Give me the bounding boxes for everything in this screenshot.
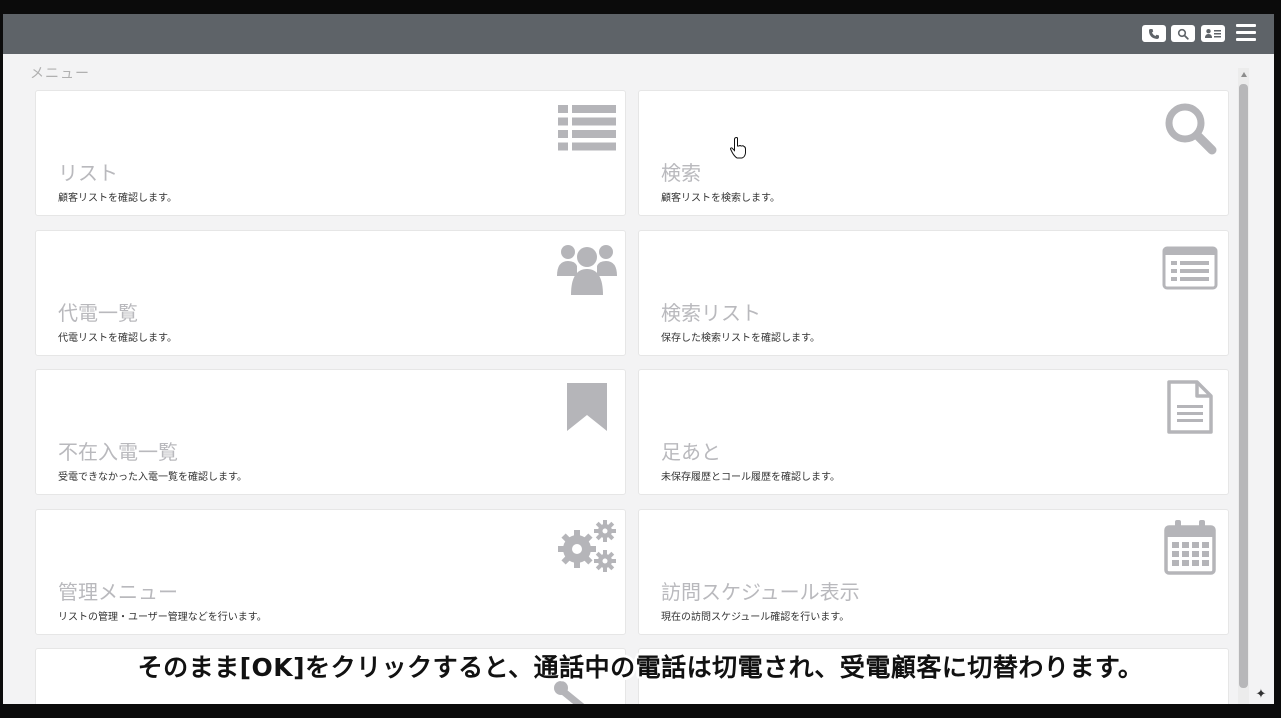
scrollbar-thumb[interactable] [1239, 84, 1248, 688]
menu-card-admin[interactable]: 管理メニュー リストの管理・ユーザー管理などを行います。 [35, 509, 626, 635]
menu-card-title: リスト [58, 161, 118, 185]
gears-icon [557, 518, 617, 576]
menu-card-proxy-calls[interactable]: 代電一覧 代電リストを確認します。 [35, 230, 626, 356]
section-title: メニュー [30, 66, 90, 82]
menu-card-title: 訪問スケジュール表示 [661, 580, 860, 604]
search-icon [1177, 28, 1189, 40]
menu-card-desc: 未保存履歴とコール履歴を確認します。 [661, 472, 840, 483]
search-icon [1160, 99, 1220, 157]
screen: メニュー リスト 顧客リストを確認します。 検索 顧客リストを検索します。 代電… [0, 0, 1281, 718]
menu-card-title: 管理メニュー [58, 580, 178, 604]
users-icon [557, 239, 617, 297]
list-icon [557, 99, 617, 157]
hamburger-menu-icon[interactable] [1236, 24, 1256, 42]
menu-card-desc: 代電リストを確認します。 [58, 333, 177, 344]
calendar-icon [1160, 518, 1220, 576]
menu-card-list[interactable]: リスト 顧客リストを確認します。 [35, 90, 626, 216]
phone-icon [1149, 28, 1159, 39]
contact-card-icon [1205, 29, 1221, 38]
phone-button[interactable] [1142, 25, 1166, 42]
contact-card-button[interactable] [1201, 25, 1225, 42]
menu-card-desc: 受電できなかった入電一覧を確認します。 [58, 472, 247, 483]
subtitle-caption: そのまま[OK]をクリックすると、通話中の電話は切電され、受電顧客に切替わります… [137, 653, 1144, 682]
menu-card-footprints[interactable]: 足あと 未保存履歴とコール履歴を確認します。 [638, 369, 1229, 495]
top-toolbar [3, 14, 1274, 54]
bookmark-icon [557, 378, 617, 436]
app-window: メニュー リスト 顧客リストを確認します。 検索 顧客リストを検索します。 代電… [3, 14, 1274, 704]
search-button[interactable] [1171, 25, 1195, 42]
menu-card-visit-schedule[interactable]: 訪問スケジュール表示 現在の訪問スケジュール確認を行います。 [638, 509, 1229, 635]
menu-card-title: 検索 [661, 161, 701, 185]
menu-card-search-list[interactable]: 検索リスト 保存した検索リストを確認します。 [638, 230, 1229, 356]
menu-card-title: 代電一覧 [58, 301, 138, 325]
menu-card-desc: 顧客リストを検索します。 [661, 193, 780, 204]
menu-card-search[interactable]: 検索 顧客リストを検索します。 [638, 90, 1229, 216]
document-icon [1160, 378, 1220, 436]
menu-card-title: 検索リスト [661, 301, 761, 325]
list-alt-icon [1160, 239, 1220, 297]
menu-card-desc: 保存した検索リストを確認します。 [661, 333, 820, 344]
menu-card-missed-calls[interactable]: 不在入電一覧 受電できなかった入電一覧を確認します。 [35, 369, 626, 495]
menu-card-desc: リストの管理・ユーザー管理などを行います。 [58, 612, 267, 623]
menu-card-desc: 顧客リストを確認します。 [58, 193, 177, 204]
menu-card-title: 不在入電一覧 [58, 440, 178, 464]
menu-card-title: 足あと [661, 440, 721, 464]
menu-card-desc: 現在の訪問スケジュール確認を行います。 [661, 612, 850, 623]
move-icon[interactable]: ✦ [1251, 686, 1271, 704]
hand-cursor-icon [729, 137, 746, 159]
scroll-up-arrow-icon[interactable] [1241, 72, 1247, 77]
